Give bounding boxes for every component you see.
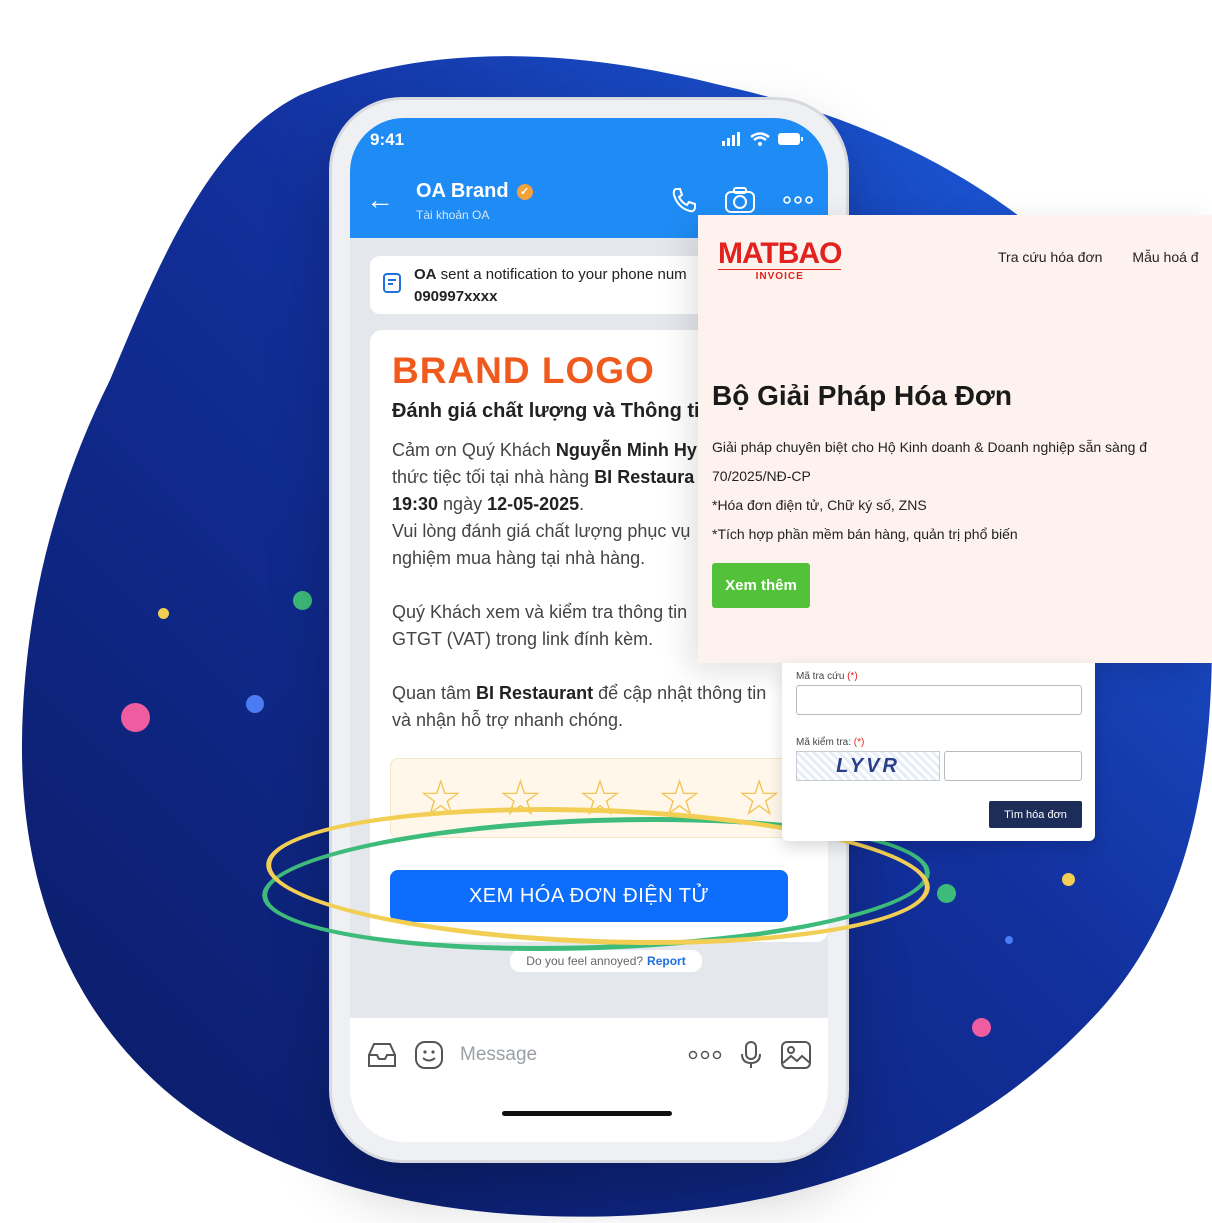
text-span: thức tiệc tối tại nhà hàng (392, 467, 595, 487)
booking-time: 19:30 (392, 494, 439, 514)
matbao-website: MATBAO INVOICE Tra cứu hóa đơn Mẫu hoá đ… (698, 215, 1212, 663)
matbao-logo[interactable]: MATBAO INVOICE (718, 237, 842, 282)
oa-name-label: OA Brand (416, 180, 509, 202)
label-text: Mã kiểm tra: (796, 737, 852, 748)
battery-icon (778, 133, 803, 145)
compose-bar: Message (350, 1018, 828, 1142)
message-input[interactable]: Message (460, 1044, 672, 1066)
required-mark: (*) (847, 671, 858, 682)
decor-dot (937, 884, 956, 903)
nav-item-lookup[interactable]: Tra cứu hóa đơn (998, 249, 1102, 265)
image-icon[interactable] (780, 1040, 812, 1070)
report-bar: Do you feel annoyed? Report (510, 950, 702, 972)
desc-line: *Tích hợp phần mềm bán hàng, quản trị ph… (712, 526, 1018, 542)
hero-description: Giải pháp chuyên biệt cho Hộ Kinh doanh … (712, 433, 1147, 549)
oa-subtitle: Tài khoản OA (416, 208, 490, 222)
restaurant-name: BI Restaura (594, 467, 695, 487)
verified-badge-icon: ✓ (516, 183, 533, 200)
see-more-button[interactable]: Xem thêm (712, 563, 810, 608)
lookup-code-input[interactable] (796, 685, 1082, 715)
report-prompt: Do you feel annoyed? (526, 954, 644, 968)
desc-line: Giải pháp chuyên biệt cho Hộ Kinh doanh … (712, 439, 1148, 455)
report-link[interactable]: Report (647, 954, 686, 968)
label-text: Mã tra cứu (796, 671, 845, 682)
restaurant-name: BI Restaurant (476, 683, 594, 703)
decor-dot (158, 608, 169, 619)
decor-dot (972, 1018, 991, 1037)
logo-word: MATBAO (718, 237, 842, 270)
lookup-code-label: Mã tra cứu (*) (796, 671, 858, 682)
desc-line: 70/2025/NĐ-CP (712, 468, 811, 484)
back-arrow-icon[interactable]: ← (366, 184, 394, 216)
voice-to-text-icon[interactable] (738, 1040, 764, 1070)
nav-item-templates[interactable]: Mẫu hoá đ (1132, 249, 1198, 265)
status-bar: 9:41 (350, 118, 828, 170)
desc-line: *Hóa đơn điện tử, Chữ ký số, ZNS (712, 497, 927, 513)
customer-name: Nguyễn Minh Hy (555, 440, 697, 460)
sticker-icon[interactable] (414, 1040, 444, 1070)
text-line: và nhận hỗ trợ nhanh chóng. (392, 710, 623, 730)
captcha-input[interactable] (944, 751, 1082, 781)
header-actions (670, 186, 814, 214)
signal-icon (722, 132, 740, 146)
wifi-icon (750, 132, 770, 146)
top-nav: Tra cứu hóa đơn Mẫu hoá đ (998, 249, 1199, 265)
inbox-icon[interactable] (366, 1041, 398, 1069)
oa-name: OA Brand ✓ (416, 180, 533, 203)
text-span: ngày (438, 494, 488, 514)
paragraph-follow: Quan tâm BI Restaurant để cập nhật thông… (392, 680, 806, 734)
more-icon[interactable] (688, 1050, 722, 1060)
required-mark: (*) (853, 737, 865, 748)
star-5-icon[interactable]: ☆ (737, 773, 782, 823)
captcha-label: Mã kiểm tra: (*) (796, 737, 864, 748)
notification-phone: 090997xxxx (414, 288, 498, 305)
captcha-image: LYVR (796, 751, 940, 781)
text-span: . (579, 494, 585, 514)
decor-dot (1005, 936, 1013, 944)
status-icons (722, 132, 804, 146)
notification-icon (383, 273, 401, 293)
text-span: để cập nhật thông tin (593, 683, 767, 703)
booking-date: 12-05-2025 (487, 494, 580, 514)
status-time: 9:41 (370, 130, 405, 149)
hero-title: Bộ Giải Pháp Hóa Đơn (712, 380, 1012, 411)
notification-text: sent a notification to your phone num (440, 266, 687, 283)
text-span: Cảm ơn Quý Khách (392, 440, 556, 460)
decor-dot (121, 703, 150, 732)
decor-dot (293, 591, 312, 610)
phone-call-icon[interactable] (670, 186, 698, 214)
text-span: Quan tâm (392, 683, 477, 703)
more-options-icon[interactable] (782, 195, 814, 205)
home-indicator (502, 1111, 672, 1116)
decor-dot (1062, 873, 1075, 886)
invoice-lookup-form: Mã tra cứu (*) Mã kiểm tra: (*) LYVR Tìm… (782, 663, 1095, 841)
camera-icon[interactable] (724, 186, 756, 214)
find-invoice-button[interactable]: Tìm hóa đơn (989, 801, 1082, 828)
notification-sender: OA (414, 266, 437, 283)
decor-dot (246, 695, 264, 713)
